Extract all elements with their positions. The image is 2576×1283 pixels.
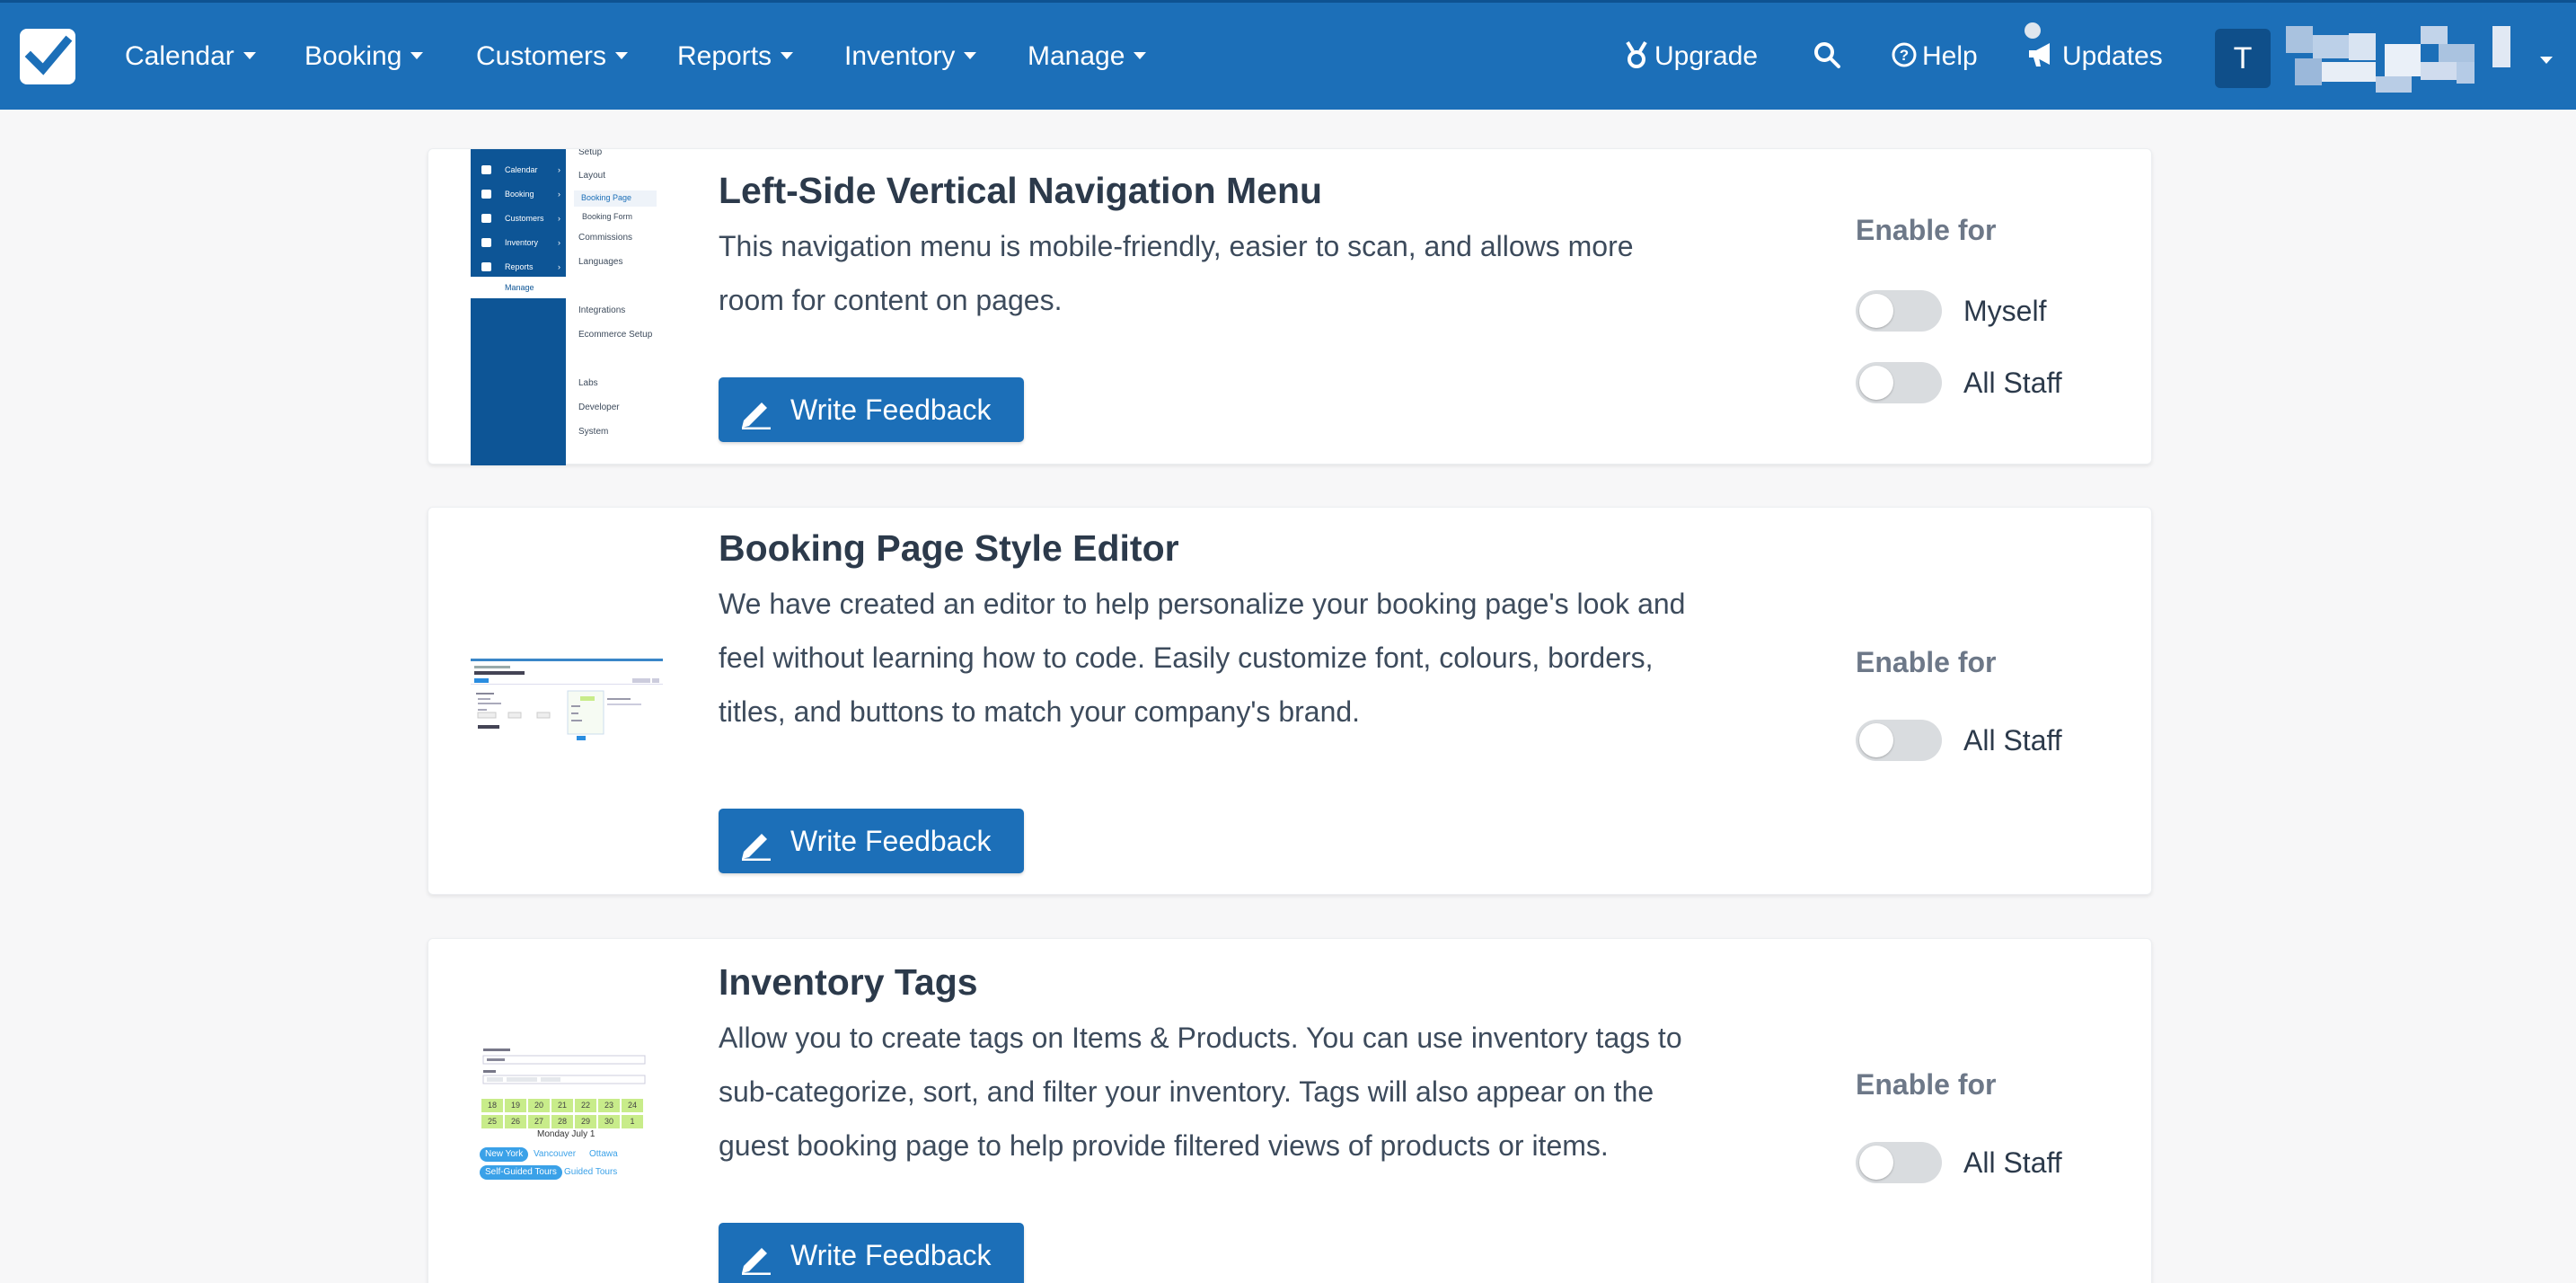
chevron-down-icon bbox=[781, 52, 794, 60]
toggle-switch-myself[interactable] bbox=[1856, 290, 1942, 332]
feature-card-vertical-nav: Calendar › Booking › Customers › Inventory ›… bbox=[428, 148, 2152, 465]
upgrade-label: Upgrade bbox=[1654, 41, 1759, 71]
feature-card-inventory-tags: 18 19 20 21 22 23 24 25 26 27 28 29 30 1… bbox=[428, 938, 2152, 1283]
chevron-down-icon bbox=[615, 52, 629, 60]
notification-dot bbox=[2025, 22, 2041, 39]
toggle-switch-all-staff[interactable] bbox=[1856, 362, 1942, 403]
pencil-icon bbox=[742, 403, 771, 429]
pencil-icon bbox=[742, 1248, 771, 1275]
preview-sub-active: Booking Page bbox=[574, 190, 657, 207]
toggle-label-all-staff: All Staff bbox=[1963, 367, 2062, 399]
toggle-label-all-staff: All Staff bbox=[1963, 1146, 2062, 1179]
nav-inventory-label: Inventory bbox=[844, 41, 956, 71]
updates-link[interactable]: Updates bbox=[2026, 39, 2163, 75]
feature-preview-image: 18 19 20 21 22 23 24 25 26 27 28 29 30 1… bbox=[471, 1045, 663, 1189]
write-feedback-button[interactable]: Write Feedback bbox=[719, 1223, 1024, 1283]
feature-description: We have created an editor to help person… bbox=[719, 588, 1686, 728]
feature-preview-image: Calendar › Booking › Customers › Inventory ›… bbox=[471, 149, 663, 465]
preview-sidebar-item: Reports › bbox=[471, 255, 566, 279]
preview-sidebar-item: Customers › bbox=[471, 207, 566, 230]
preview-sidebar-item: Inventory › bbox=[471, 231, 566, 254]
feature-description: This navigation menu is mobile-friendly,… bbox=[719, 230, 1634, 316]
write-feedback-label: Write Feedback bbox=[790, 394, 992, 426]
nav-reports-label: Reports bbox=[677, 41, 772, 71]
preview-tag: New York bbox=[480, 1147, 529, 1162]
preview-tag: Ottawa bbox=[589, 1149, 618, 1159]
nav-calendar-label: Calendar bbox=[125, 41, 234, 71]
nav-inventory[interactable]: Inventory bbox=[844, 39, 977, 75]
toggle-label-all-staff: All Staff bbox=[1963, 724, 2062, 757]
toggle-switch-all-staff[interactable] bbox=[1856, 1142, 1942, 1183]
enable-for-label: Enable for bbox=[1856, 646, 1997, 678]
preview-tag: Vancouver bbox=[534, 1149, 577, 1159]
user-avatar[interactable]: T bbox=[2215, 29, 2271, 88]
preview-sub: Setup bbox=[578, 149, 603, 157]
preview-sub: Integrations bbox=[578, 305, 626, 315]
enable-for-label: Enable for bbox=[1856, 1068, 1997, 1101]
write-feedback-button[interactable]: Write Feedback bbox=[719, 377, 1024, 442]
preview-sub: System bbox=[578, 427, 609, 437]
preview-sub: Languages bbox=[578, 257, 623, 267]
help-icon: ? bbox=[1892, 42, 1917, 67]
preview-tag: Guided Tours bbox=[564, 1167, 618, 1177]
preview-sub: Booking Form bbox=[582, 212, 633, 221]
chevron-down-icon bbox=[410, 52, 424, 60]
feature-title: Left-Side Vertical Navigation Menu bbox=[719, 170, 1323, 211]
chevron-down-icon bbox=[243, 52, 256, 60]
preview-sidebar-item: Calendar › bbox=[471, 158, 566, 181]
preview-sidebar-item: Booking › bbox=[471, 182, 566, 206]
user-name-redacted[interactable] bbox=[2286, 26, 2528, 94]
pencil-icon bbox=[742, 834, 771, 861]
enable-for-label: Enable for bbox=[1856, 214, 1997, 246]
preview-tag: Self-Guided Tours bbox=[480, 1165, 562, 1180]
nav-reports[interactable]: Reports bbox=[677, 39, 794, 75]
feature-description: Allow you to create tags on Items & Prod… bbox=[719, 1022, 1682, 1162]
toggle-label-myself: Myself bbox=[1963, 295, 2047, 327]
nav-manage-label: Manage bbox=[1028, 41, 1125, 71]
updates-label: Updates bbox=[2062, 41, 2163, 71]
top-navbar: Calendar Booking Customers Reports Inven… bbox=[0, 0, 2576, 110]
chevron-down-icon bbox=[1134, 52, 1147, 60]
feature-preview-image bbox=[471, 659, 663, 766]
search-button[interactable] bbox=[1813, 39, 1847, 75]
svg-text:?: ? bbox=[1900, 47, 1909, 64]
upgrade-link[interactable]: Upgrade bbox=[1624, 39, 1758, 75]
app-logo[interactable] bbox=[20, 29, 75, 84]
feature-card-style-editor: Booking Page Style Editor We have create… bbox=[428, 507, 2152, 895]
nav-booking-label: Booking bbox=[304, 41, 402, 71]
preview-sub: Labs bbox=[578, 378, 598, 388]
nav-manage[interactable]: Manage bbox=[1028, 39, 1147, 75]
nav-customers-label: Customers bbox=[476, 41, 607, 71]
help-link[interactable]: ? Help bbox=[1892, 39, 1978, 75]
write-feedback-label: Write Feedback bbox=[790, 1239, 992, 1271]
nav-calendar[interactable]: Calendar bbox=[125, 39, 256, 75]
preview-sub: Layout bbox=[578, 171, 606, 181]
feature-title: Inventory Tags bbox=[719, 961, 978, 1003]
preview-sub: Ecommerce Setup bbox=[578, 330, 653, 340]
nav-booking[interactable]: Booking bbox=[304, 39, 424, 75]
help-label: Help bbox=[1922, 41, 1978, 71]
medal-icon bbox=[1626, 41, 1647, 69]
feature-title: Booking Page Style Editor bbox=[719, 527, 1179, 569]
write-feedback-button[interactable]: Write Feedback bbox=[719, 809, 1024, 873]
nav-customers[interactable]: Customers bbox=[476, 39, 629, 75]
preview-date-label: Monday July 1 bbox=[537, 1129, 595, 1139]
write-feedback-label: Write Feedback bbox=[790, 825, 992, 857]
search-icon bbox=[1814, 42, 1840, 69]
preview-sub: Commissions bbox=[578, 233, 633, 243]
chevron-down-icon[interactable] bbox=[2540, 57, 2553, 64]
toggle-switch-all-staff[interactable] bbox=[1856, 720, 1942, 761]
megaphone-icon bbox=[2029, 43, 2050, 67]
chevron-down-icon bbox=[964, 52, 977, 60]
preview-sub: Developer bbox=[578, 403, 620, 412]
preview-sidebar-item-active: Manage bbox=[471, 277, 663, 298]
